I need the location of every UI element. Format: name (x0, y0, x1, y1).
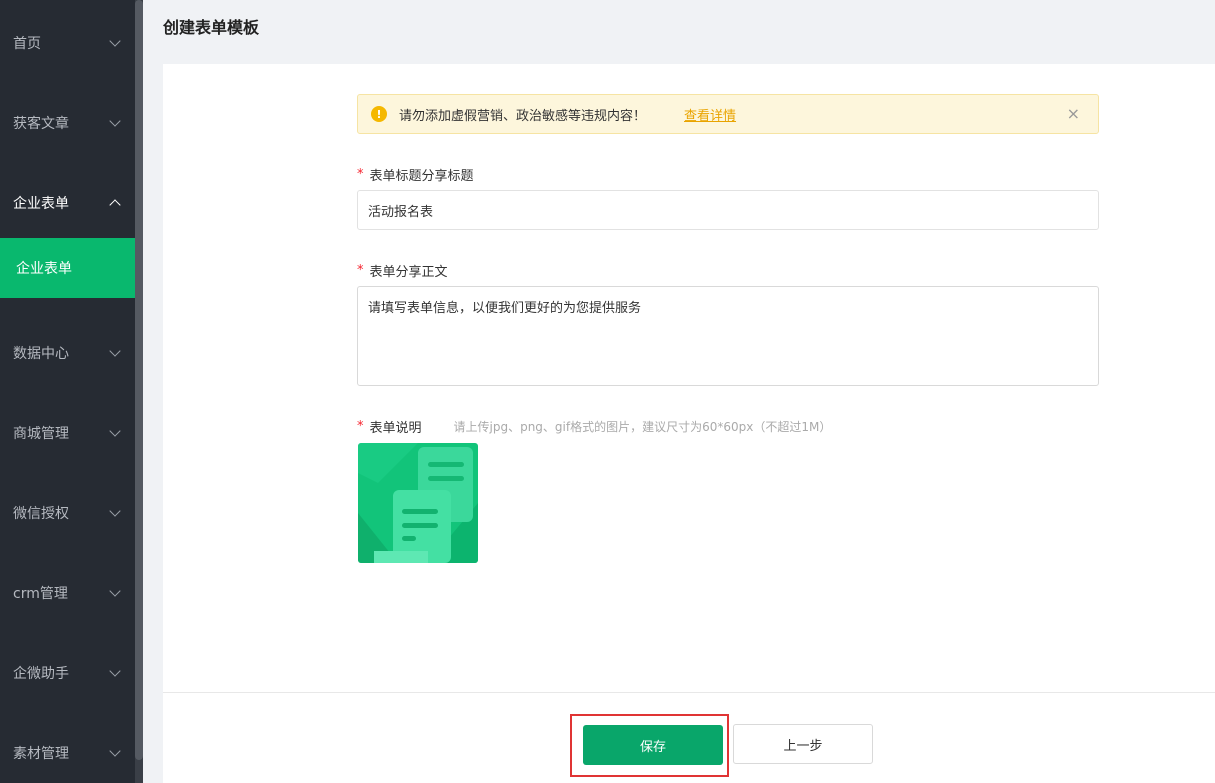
label-text: 表单标题分享标题 (369, 169, 474, 184)
sidebar-subitem-enterprise-form[interactable]: 企业表单 (0, 238, 135, 298)
sidebar-item-articles[interactable]: 获客文章 (0, 103, 135, 143)
sidebar-item-label: 企业表单 (13, 196, 69, 212)
view-details-link[interactable]: 查看详情 (684, 105, 736, 124)
sidebar-item-materials[interactable]: 素材管理 (0, 733, 135, 773)
chevron-down-icon (109, 115, 121, 127)
sidebar-item-mall[interactable]: 商城管理 (0, 413, 135, 453)
close-icon[interactable]: × (1067, 105, 1080, 123)
sidebar-item-label: 数据中心 (13, 346, 69, 362)
sidebar-item-data-center[interactable]: 数据中心 (0, 333, 135, 373)
warning-icon: ! (371, 106, 387, 122)
sidebar-item-label: 获客文章 (13, 116, 69, 132)
chevron-down-icon (109, 35, 121, 47)
required-mark: * (357, 263, 364, 278)
sidebar-item-wecom-assistant[interactable]: 企微助手 (0, 653, 135, 693)
save-button-highlight (570, 714, 729, 777)
label-text: 表单分享正文 (369, 265, 448, 280)
sidebar: 首页 获客文章 企业表单 企业表单 数据中心 商城管理 微信授权 crm管理 企… (0, 0, 135, 783)
sidebar-item-label: crm管理 (13, 586, 68, 602)
page-title: 创建表单模板 (163, 18, 260, 37)
scrollbar-thumb[interactable] (135, 0, 143, 760)
chevron-down-icon (109, 505, 121, 517)
sidebar-scrollbar[interactable] (135, 0, 143, 783)
sidebar-item-crm[interactable]: crm管理 (0, 573, 135, 613)
previous-step-button[interactable]: 上一步 (733, 724, 873, 764)
share-title-input[interactable] (357, 190, 1099, 230)
alert-text: 请勿添加虚假营销、政治敏感等违规内容！ (399, 108, 647, 124)
chevron-down-icon (109, 425, 121, 437)
document-icon (358, 443, 478, 563)
sidebar-item-enterprise-form[interactable]: 企业表单 (0, 183, 135, 223)
chevron-down-icon (109, 585, 121, 597)
label-text: 表单说明 (369, 421, 422, 436)
form-image-upload[interactable] (358, 443, 478, 563)
required-mark: * (357, 419, 364, 434)
desc-field-label: * 表单说明 请上传jpg、png、gif格式的图片，建议尺寸为60*60px（… (357, 417, 831, 436)
chevron-down-icon (109, 665, 121, 677)
sidebar-item-label: 微信授权 (13, 506, 69, 522)
sidebar-item-wechat-auth[interactable]: 微信授权 (0, 493, 135, 533)
body-field-label: * 表单分享正文 (357, 261, 448, 280)
warning-alert: ! 请勿添加虚假营销、政治敏感等违规内容！ 查看详情 × (357, 94, 1099, 134)
sidebar-item-label: 首页 (13, 36, 41, 52)
sidebar-subitem-label: 企业表单 (16, 261, 72, 277)
required-mark: * (357, 167, 364, 182)
sidebar-item-label: 商城管理 (13, 426, 69, 442)
sidebar-item-label: 素材管理 (13, 746, 69, 762)
share-body-textarea[interactable]: 请填写表单信息，以便我们更好的为您提供服务 (357, 286, 1099, 386)
upload-hint: 请上传jpg、png、gif格式的图片，建议尺寸为60*60px（不超过1M） (453, 420, 832, 434)
footer-divider (163, 692, 1215, 693)
chevron-up-icon (109, 199, 121, 211)
sidebar-item-label: 企微助手 (13, 666, 69, 682)
chevron-down-icon (109, 345, 121, 357)
title-field-label: * 表单标题分享标题 (357, 165, 474, 184)
chevron-down-icon (109, 745, 121, 757)
sidebar-item-home[interactable]: 首页 (0, 23, 135, 63)
